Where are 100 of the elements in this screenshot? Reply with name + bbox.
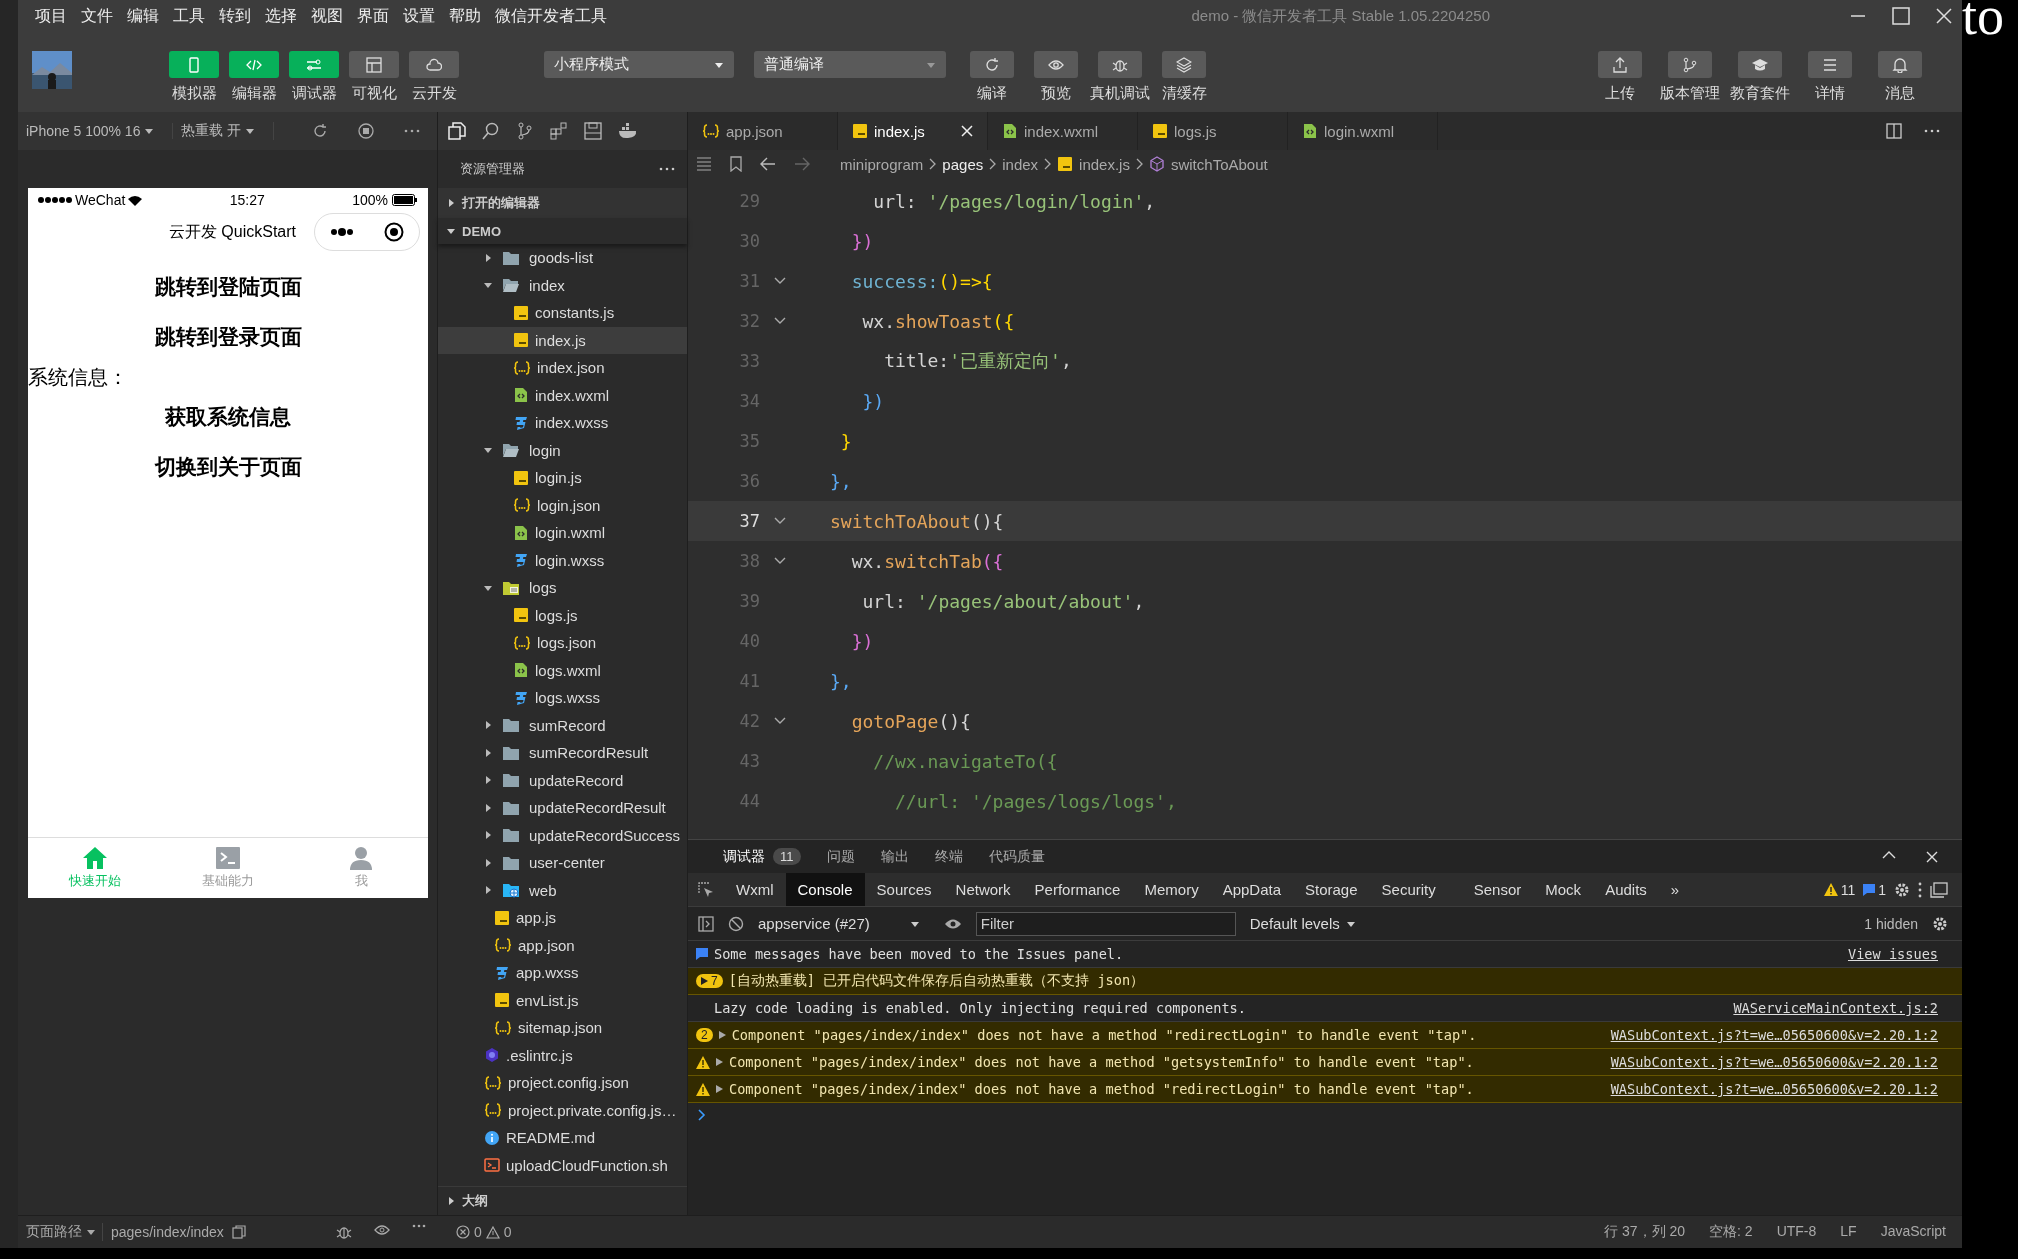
settings-icon[interactable] xyxy=(1894,881,1910,898)
language-mode[interactable]: JavaScript xyxy=(1880,1223,1946,1241)
indent-setting[interactable]: 空格: 2 xyxy=(1709,1223,1753,1241)
tool-button[interactable] xyxy=(1878,51,1922,78)
editor-tab[interactable]: index.js xyxy=(838,112,988,150)
settings-icon[interactable] xyxy=(1932,915,1948,932)
files-icon[interactable] xyxy=(448,122,466,140)
page-path-select[interactable]: 页面路径 xyxy=(26,1223,103,1241)
tree-item[interactable]: index.js xyxy=(438,326,687,354)
caret-icon[interactable] xyxy=(483,885,493,896)
menu-item[interactable]: 微信开发者工具 xyxy=(488,5,614,27)
filter-field[interactable]: Filter xyxy=(975,911,1236,936)
tool-button[interactable] xyxy=(1098,51,1142,78)
devtools-tab[interactable]: Audits xyxy=(1593,873,1659,906)
eye-icon[interactable] xyxy=(374,1224,390,1236)
source-link[interactable]: WAServiceMainContext.js:2 xyxy=(1733,1000,1938,1016)
caret-icon[interactable] xyxy=(483,252,493,263)
mode-select[interactable]: 小程序模式 xyxy=(544,51,734,78)
tree-item[interactable]: login.json xyxy=(438,491,687,519)
eye-icon[interactable] xyxy=(943,917,962,930)
error-count[interactable]: 0 xyxy=(474,1224,482,1240)
source-link[interactable]: WASubContext.js?t=we…05650600&v=2.20.1:2 xyxy=(1610,1081,1938,1097)
tree-item[interactable]: updateRecordResult xyxy=(438,794,687,822)
menu-item[interactable]: 视图 xyxy=(304,5,350,27)
caret-icon[interactable] xyxy=(483,857,493,868)
menu-item[interactable]: 设置 xyxy=(396,5,442,27)
dropdown-arrow-icon[interactable] xyxy=(144,126,155,136)
levels-select[interactable]: Default levels xyxy=(1249,915,1356,932)
tree-item[interactable]: logs xyxy=(438,574,687,602)
tree-item[interactable]: index.json xyxy=(438,354,687,382)
tree-item[interactable]: logs.wxss xyxy=(438,684,687,712)
cursor-position[interactable]: 行 37，列 20 xyxy=(1604,1223,1686,1241)
tree-item[interactable]: logs.json xyxy=(438,629,687,657)
devtools-tab[interactable]: Network xyxy=(943,873,1023,906)
clear-icon[interactable] xyxy=(728,915,744,932)
panel-tab[interactable]: 调试器 11 xyxy=(710,840,814,873)
tree-item[interactable]: sumRecord xyxy=(438,711,687,739)
save-icon[interactable] xyxy=(584,122,602,140)
tool-button[interactable] xyxy=(1808,51,1852,78)
toggle-button[interactable] xyxy=(229,51,279,78)
collapse-icon[interactable] xyxy=(1882,850,1896,859)
menu-item[interactable]: 项目 xyxy=(28,5,74,27)
device-select[interactable]: iPhone 5 100% 16 xyxy=(26,123,174,139)
tree-item[interactable]: README.md xyxy=(438,1124,687,1152)
menu-item[interactable]: 工具 xyxy=(166,5,212,27)
panel-tab[interactable]: 代码质量 xyxy=(975,840,1058,873)
more-icon[interactable] xyxy=(404,129,421,133)
tree-item[interactable]: .eslintrc.js xyxy=(438,1041,687,1069)
devtools-tab[interactable]: Sources xyxy=(864,873,944,906)
tree-item[interactable]: login.wxss xyxy=(438,546,687,574)
bug-icon[interactable] xyxy=(336,1224,352,1240)
more-icon[interactable] xyxy=(1924,129,1940,133)
tree-item[interactable]: goods-list xyxy=(438,244,687,272)
tree-item[interactable]: project.private.config.js… xyxy=(438,1096,687,1124)
tree-item[interactable]: envList.js xyxy=(438,986,687,1014)
caret-icon[interactable] xyxy=(446,198,456,208)
devtools-tab[interactable]: Console xyxy=(785,873,865,906)
tree-item[interactable]: logs.wxml xyxy=(438,656,687,684)
hot-reload-select[interactable]: 热重载 开 xyxy=(181,122,275,140)
maximize-icon[interactable] xyxy=(1892,7,1910,25)
caret-icon[interactable] xyxy=(483,830,493,841)
search-icon[interactable] xyxy=(482,122,500,140)
tree-item[interactable]: updateRecord xyxy=(438,766,687,794)
devtools-tab[interactable]: Sensor xyxy=(1461,873,1534,906)
close-icon[interactable] xyxy=(1926,850,1938,863)
forward-arrow-icon[interactable] xyxy=(794,157,810,171)
source-link[interactable]: WASubContext.js?t=we…05650600&v=2.20.1:2 xyxy=(1610,1027,1938,1043)
page-button[interactable]: 跳转到登陆页面 xyxy=(28,262,428,312)
dock-icon[interactable] xyxy=(1930,881,1948,898)
tree-item[interactable]: login xyxy=(438,436,687,464)
line-ending[interactable]: LF xyxy=(1840,1223,1857,1241)
more-icon[interactable] xyxy=(659,167,675,171)
tree-item[interactable]: web xyxy=(438,876,687,904)
panel-tab[interactable]: 输出 xyxy=(867,840,922,873)
breadcrumb-item[interactable]: pages xyxy=(942,155,984,173)
breadcrumb-item[interactable]: index.js xyxy=(1079,155,1130,173)
menu-item[interactable]: 编辑 xyxy=(120,5,166,27)
devtools-tab[interactable]: Performance xyxy=(1022,873,1133,906)
context-select[interactable]: appservice (#27) xyxy=(758,915,930,932)
caret-icon[interactable] xyxy=(446,226,456,236)
tree-item[interactable]: project.config.json xyxy=(438,1069,687,1097)
devtools-tab[interactable]: Security xyxy=(1369,873,1448,906)
menu-item[interactable]: 转到 xyxy=(212,5,258,27)
caret-icon[interactable] xyxy=(483,720,493,731)
toggle-button[interactable] xyxy=(289,51,339,78)
tree-item[interactable]: updateRecordSuccess xyxy=(438,821,687,849)
devtools-tab[interactable]: Memory xyxy=(1132,873,1211,906)
compile-select[interactable]: 普通编译 xyxy=(754,51,946,78)
toggle-button[interactable] xyxy=(349,51,399,78)
close-icon[interactable] xyxy=(1936,8,1952,24)
tree-item[interactable]: app.json xyxy=(438,931,687,959)
warning-icon[interactable] xyxy=(485,1225,500,1239)
bookmark-icon[interactable] xyxy=(730,156,742,172)
more-icon[interactable] xyxy=(412,1224,426,1228)
extensions-icon[interactable] xyxy=(550,122,568,140)
inspect-icon[interactable] xyxy=(698,881,714,898)
page-button[interactable]: 跳转到登录页面 xyxy=(28,312,428,362)
list-icon[interactable] xyxy=(696,157,712,171)
tree-item[interactable]: constants.js xyxy=(438,299,687,327)
tree-item[interactable]: index.wxml xyxy=(438,381,687,409)
